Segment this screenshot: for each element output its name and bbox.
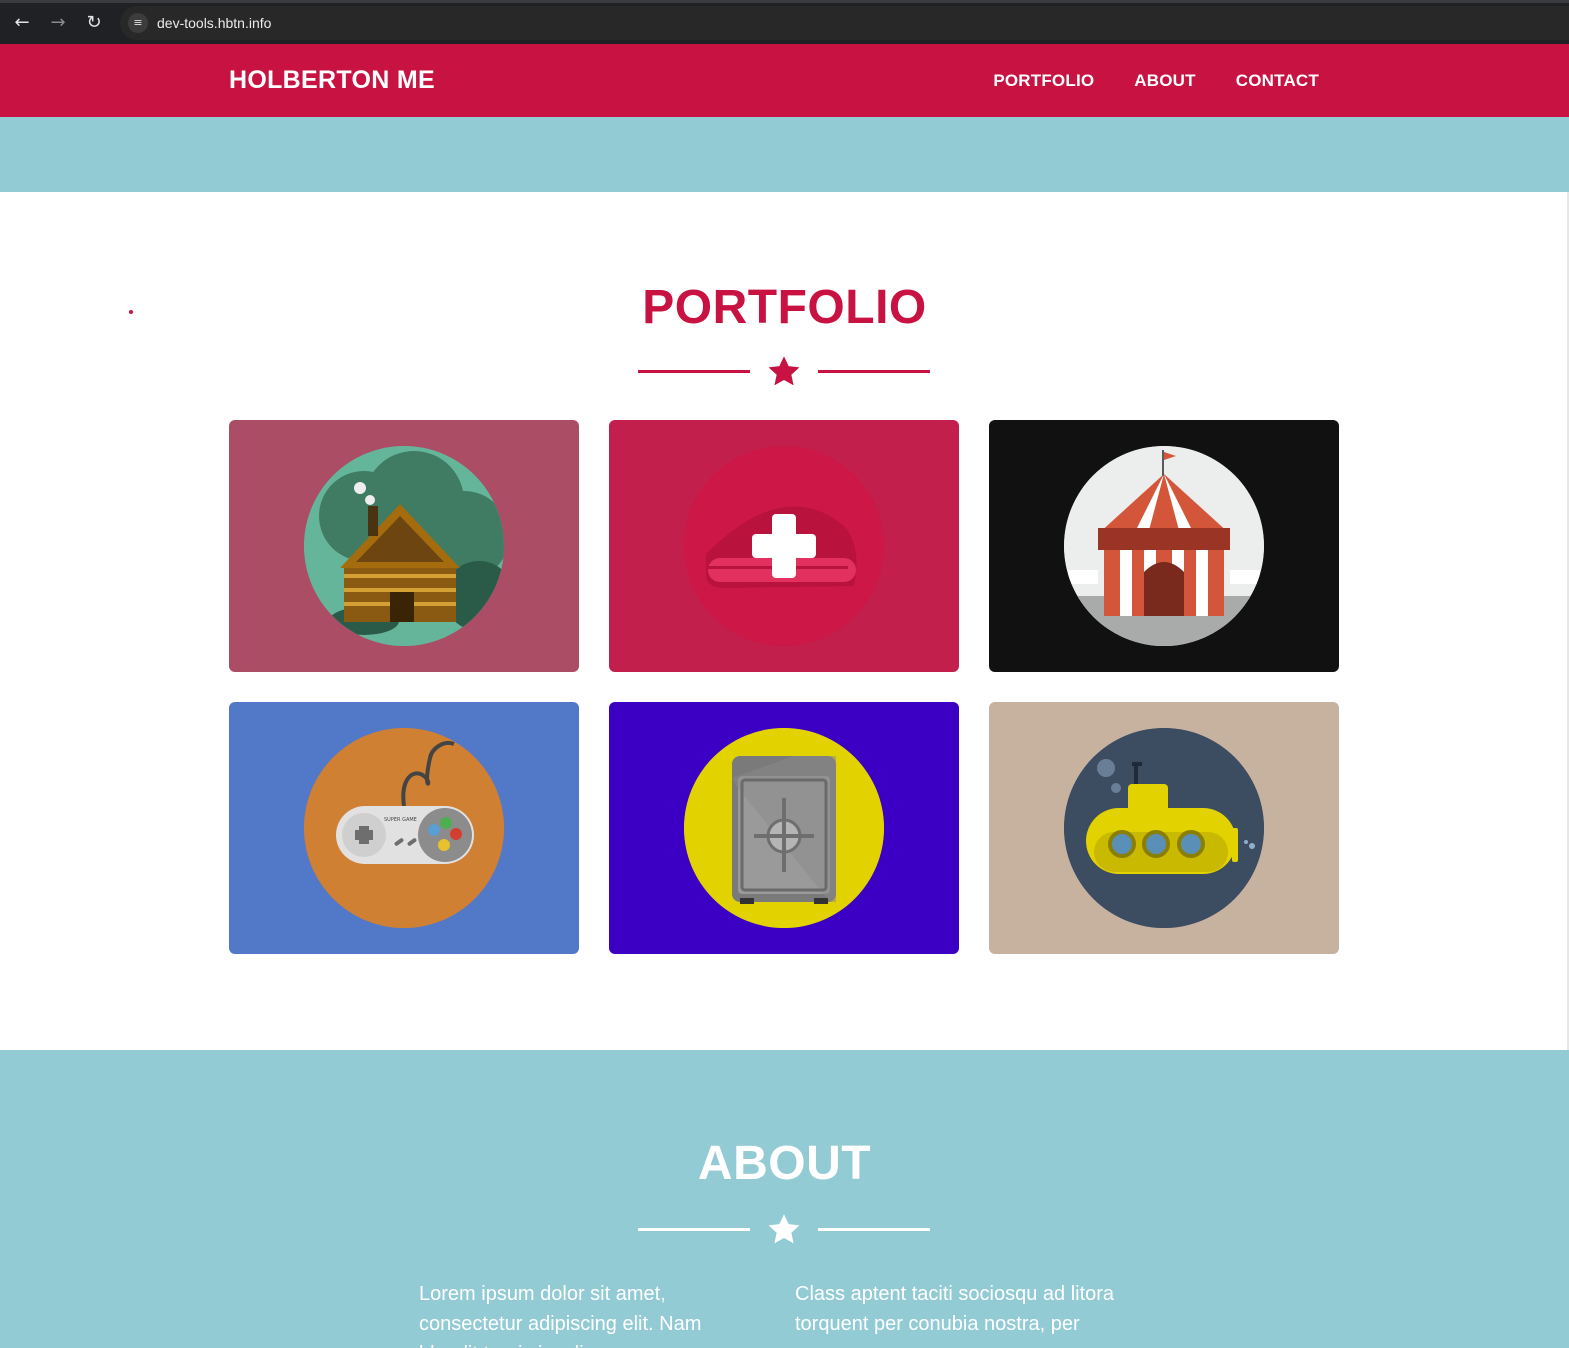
portfolio-item-controller[interactable]: SUPER GAME [229, 702, 579, 954]
tile-circle [684, 446, 884, 646]
divider-line-left [638, 1228, 750, 1231]
star-icon [768, 1214, 800, 1244]
about-title: ABOUT [697, 1137, 872, 1190]
game-controller-icon: SUPER GAME [304, 728, 504, 928]
address-bar[interactable]: ≡ dev-tools.hbtn.info [120, 6, 1569, 40]
browser-toolbar: ← → ↻ ≡ dev-tools.hbtn.info [0, 0, 1569, 44]
hero-banner [0, 117, 1569, 192]
divider-line-right [818, 370, 930, 373]
portfolio-item-cabin[interactable] [229, 420, 579, 672]
nav-link-contact[interactable]: CONTACT [1236, 71, 1319, 91]
portfolio-item-safe[interactable] [609, 702, 959, 954]
arrow-left-icon[interactable]: ← [10, 11, 34, 35]
nav-link-about[interactable]: ABOUT [1134, 71, 1195, 91]
portfolio-item-circus[interactable] [989, 420, 1339, 672]
tile-circle: SUPER GAME [304, 728, 504, 928]
about-text-right: Class aptent taciti sociosqu ad litora t… [795, 1283, 1115, 1335]
url-text[interactable]: dev-tools.hbtn.info [157, 6, 271, 40]
divider-line-right [818, 1228, 930, 1231]
about-text-left: Lorem ipsum dolor sit amet, consectetur … [419, 1283, 702, 1348]
tile-circle [304, 446, 504, 646]
cake-icon [684, 446, 884, 646]
tile-circle [684, 728, 884, 928]
portfolio-item-cake[interactable] [609, 420, 959, 672]
submarine-icon [1064, 728, 1264, 928]
portfolio-item-submarine[interactable] [989, 702, 1339, 954]
about-divider [638, 1210, 930, 1250]
nav-link-portfolio[interactable]: PORTFOLIO [993, 71, 1094, 91]
arrow-right-icon[interactable]: → [46, 11, 70, 35]
tile-circle [1064, 446, 1264, 646]
star-icon [768, 356, 800, 386]
cabin-icon [304, 446, 504, 646]
site-header: HOLBERTON ME PORTFOLIO ABOUT CONTACT [0, 44, 1569, 117]
tune-icon[interactable]: ≡ [128, 13, 148, 33]
main-nav: PORTFOLIO ABOUT CONTACT [993, 44, 1319, 117]
portfolio-divider [638, 352, 930, 392]
portfolio-title: PORTFOLIO [642, 281, 927, 334]
reload-icon[interactable]: ↻ [82, 11, 106, 35]
safe-icon [684, 728, 884, 928]
circus-tent-icon [1064, 446, 1264, 646]
divider-line-left [638, 370, 750, 373]
tile-circle [1064, 728, 1264, 928]
brand-logo[interactable]: HOLBERTON ME [229, 44, 435, 117]
about-columns: Lorem ipsum dolor sit amet, consectetur … [419, 1279, 1139, 1348]
controller-label: SUPER GAME [384, 817, 417, 823]
